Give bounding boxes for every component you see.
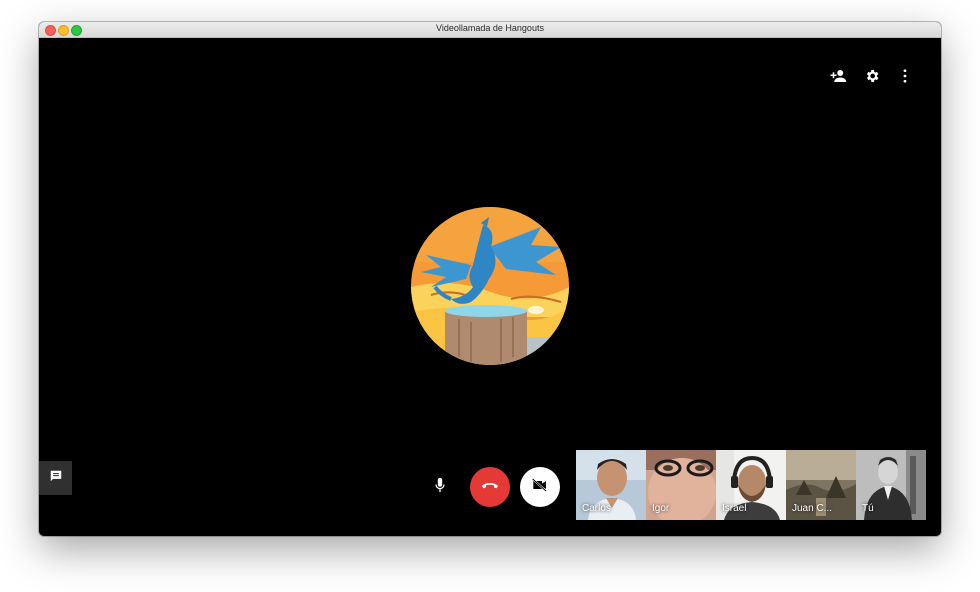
participant-strip: Carlos Igor Israel Juan C... Tú bbox=[576, 450, 926, 520]
participant-name: Carlos bbox=[582, 503, 611, 514]
microphone-icon bbox=[434, 477, 446, 498]
participant-name: Juan C... bbox=[792, 503, 833, 514]
toggle-camera-button[interactable] bbox=[520, 467, 560, 507]
participant-thumbnail[interactable]: Tú bbox=[856, 450, 926, 520]
add-person-icon[interactable] bbox=[828, 66, 848, 86]
participant-name: Tú bbox=[862, 503, 874, 514]
title-bar: Videollamada de Hangouts bbox=[39, 22, 941, 38]
window-title: Videollamada de Hangouts bbox=[436, 23, 544, 33]
hangouts-window: Videollamada de Hangouts Carlos Igor Isr… bbox=[39, 22, 941, 536]
participant-thumbnail[interactable]: Juan C... bbox=[786, 450, 856, 520]
hang-up-button[interactable] bbox=[470, 467, 510, 507]
participant-thumbnail[interactable]: Igor bbox=[646, 450, 716, 520]
participant-name: Israel bbox=[722, 503, 747, 514]
participant-name: Igor bbox=[652, 503, 670, 514]
chat-icon bbox=[49, 469, 63, 488]
microphone-button[interactable] bbox=[430, 477, 450, 497]
participant-avatar bbox=[411, 207, 569, 365]
settings-icon[interactable] bbox=[862, 66, 882, 86]
participant-thumbnail[interactable]: Carlos bbox=[576, 450, 646, 520]
more-vert-icon[interactable] bbox=[895, 66, 915, 86]
hang-up-icon bbox=[481, 478, 499, 496]
chat-button[interactable] bbox=[39, 461, 72, 495]
participant-thumbnail[interactable]: Israel bbox=[716, 450, 786, 520]
video-off-icon bbox=[531, 477, 548, 497]
